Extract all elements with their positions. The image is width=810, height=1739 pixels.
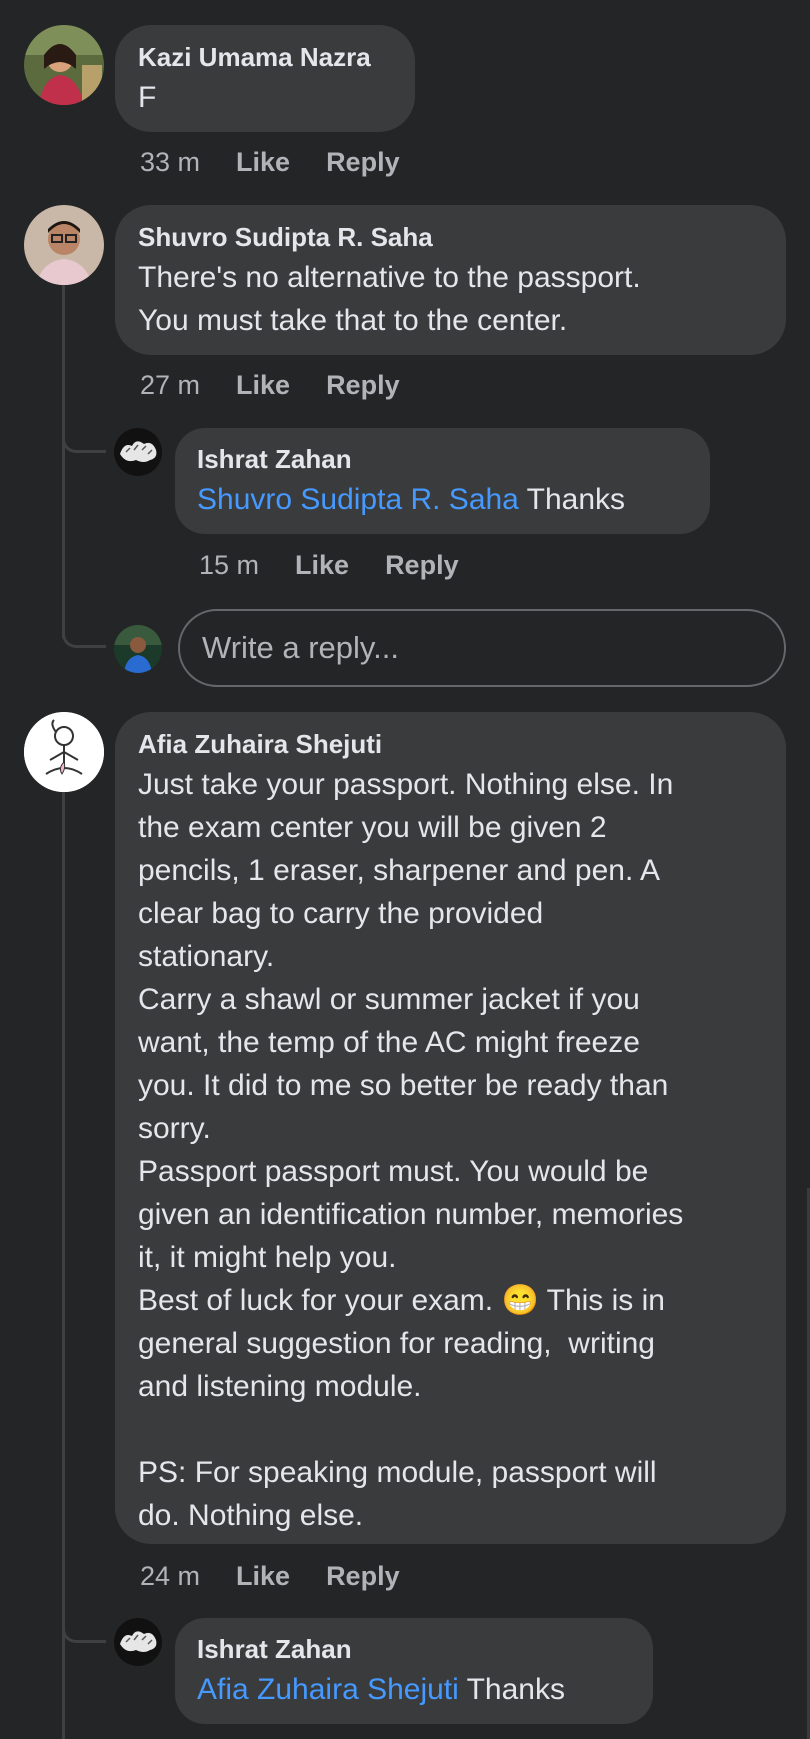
reply-author[interactable]: Ishrat Zahan bbox=[197, 442, 688, 476]
comment-actions: 27 m Like Reply bbox=[140, 370, 400, 401]
avatar[interactable] bbox=[24, 712, 104, 792]
comment-author[interactable]: Kazi Umama Nazra bbox=[138, 40, 392, 74]
like-button[interactable]: Like bbox=[295, 550, 349, 581]
like-button[interactable]: Like bbox=[236, 1561, 290, 1592]
thread-elbow-2 bbox=[62, 600, 106, 648]
reply-button[interactable]: Reply bbox=[326, 147, 400, 178]
comment-text: F bbox=[138, 81, 157, 114]
reply-button[interactable]: Reply bbox=[326, 1561, 400, 1592]
write-reply-input[interactable]: Write a reply... bbox=[178, 609, 786, 687]
like-button[interactable]: Like bbox=[236, 147, 290, 178]
like-button[interactable]: Like bbox=[236, 370, 290, 401]
thread-elbow-3 bbox=[62, 1600, 106, 1643]
thread-line-2 bbox=[62, 790, 65, 1739]
reply-author[interactable]: Ishrat Zahan bbox=[197, 1632, 631, 1666]
reply-bubble: Ishrat Zahan Afia Zuhaira Shejuti Thanks bbox=[175, 1618, 653, 1724]
comment-time[interactable]: 24 m bbox=[140, 1561, 200, 1592]
comment-time[interactable]: 33 m bbox=[140, 147, 200, 178]
comment-bubble: Afia Zuhaira Shejuti Just take your pass… bbox=[115, 712, 786, 1544]
reply-button[interactable]: Reply bbox=[326, 370, 400, 401]
reply-actions: 15 m Like Reply bbox=[199, 550, 459, 581]
comment-time[interactable]: 27 m bbox=[140, 370, 200, 401]
reply-text-body: Thanks bbox=[518, 483, 626, 516]
comment-actions: 24 m Like Reply bbox=[140, 1561, 400, 1592]
avatar[interactable] bbox=[24, 205, 104, 285]
reply-text: Afia Zuhaira Shejuti Thanks bbox=[197, 1668, 631, 1711]
reply-text-body: Thanks bbox=[458, 1673, 565, 1706]
reply-text: Shuvro Sudipta R. Saha Thanks bbox=[197, 478, 688, 521]
thread-elbow-1 bbox=[62, 420, 106, 453]
reply-button[interactable]: Reply bbox=[385, 550, 459, 581]
comment-author[interactable]: Shuvro Sudipta R. Saha bbox=[138, 220, 763, 254]
reply-bubble: Ishrat Zahan Shuvro Sudipta R. Saha Than… bbox=[175, 428, 710, 534]
mention-link[interactable]: Shuvro Sudipta R. Saha bbox=[197, 483, 519, 516]
reply-time[interactable]: 15 m bbox=[199, 550, 259, 581]
comment-text: There's no alternative to the passport. … bbox=[138, 261, 641, 337]
avatar[interactable] bbox=[114, 1618, 162, 1666]
comment-text: Just take your passport. Nothing else. I… bbox=[138, 768, 684, 1532]
comment-author[interactable]: Afia Zuhaira Shejuti bbox=[138, 727, 763, 761]
comment-bubble: Shuvro Sudipta R. Saha There's no altern… bbox=[115, 205, 786, 355]
mention-link[interactable]: Afia Zuhaira Shejuti bbox=[197, 1673, 459, 1706]
avatar[interactable] bbox=[114, 428, 162, 476]
avatar[interactable] bbox=[24, 25, 104, 105]
comment-bubble: Kazi Umama Nazra F bbox=[115, 25, 415, 132]
current-user-avatar bbox=[114, 625, 162, 673]
comment-actions: 33 m Like Reply bbox=[140, 147, 400, 178]
